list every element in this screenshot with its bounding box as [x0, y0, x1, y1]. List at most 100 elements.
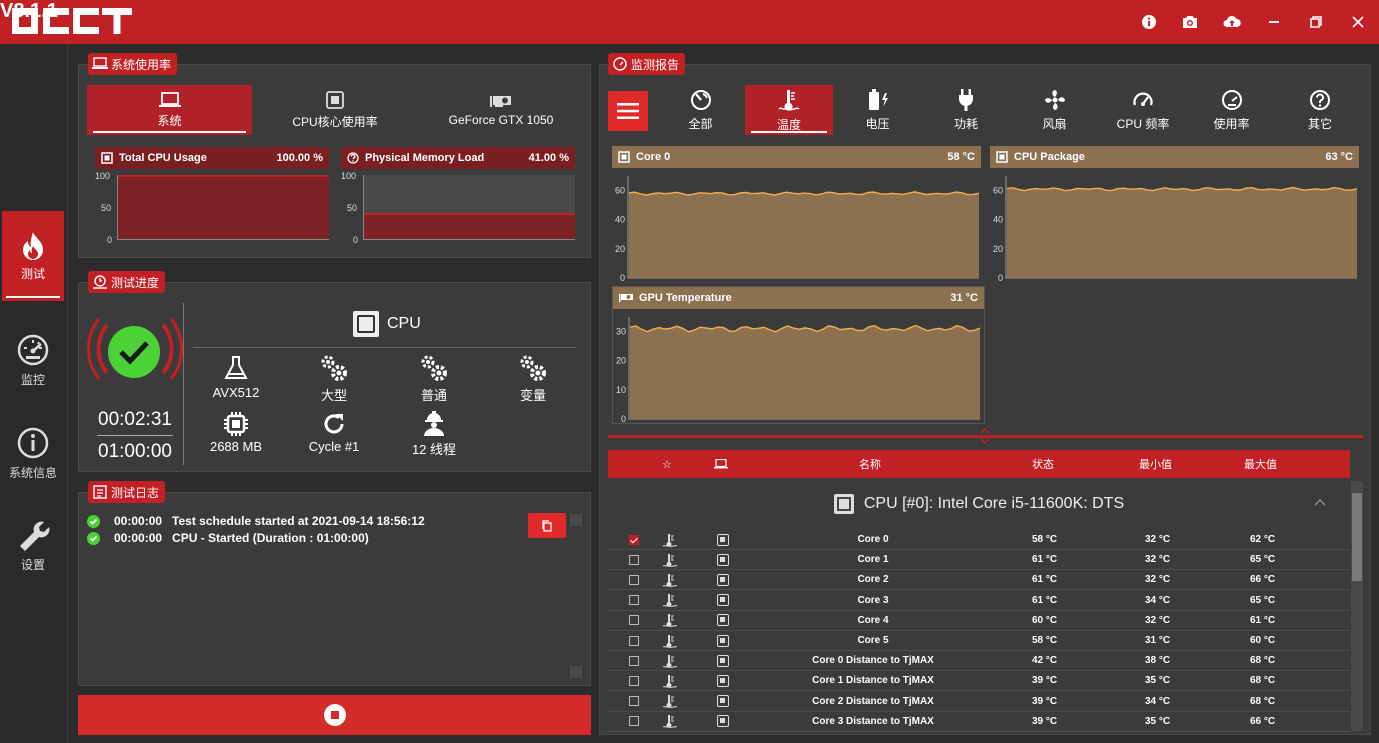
nav-item-system-info[interactable]: 系统信息: [2, 408, 64, 498]
sensor-status: 39 °C: [1032, 715, 1058, 727]
tab-fans[interactable]: 风扇: [1010, 85, 1099, 135]
scroll-up[interactable]: [570, 514, 582, 526]
column-status[interactable]: 状态: [1032, 456, 1054, 472]
chevron-up-icon[interactable]: [1314, 498, 1326, 506]
param-label: 大型: [320, 388, 347, 403]
chart-header: CPU Package 63 °C: [990, 146, 1359, 168]
row-checkbox[interactable]: [629, 716, 639, 727]
menu-button[interactable]: [608, 91, 648, 131]
row-checkbox[interactable]: [629, 696, 639, 707]
temp-plot: 30 20 10 0: [616, 317, 981, 423]
table-row[interactable]: Core 2 Distance to TjMAX 39 °C 34 °C 68 °C: [608, 692, 1350, 712]
table-row[interactable]: Core 3 61 °C 34 °C 65 °C: [608, 591, 1350, 611]
table-row[interactable]: Core 1 Distance to TjMAX 39 °C 35 °C 68 °C: [608, 671, 1350, 692]
close-button[interactable]: [1345, 10, 1371, 34]
temp-area: [1007, 187, 1357, 278]
log-icon: [93, 485, 107, 499]
copy-log-button[interactable]: [528, 513, 566, 538]
table-scrollbar[interactable]: [1351, 481, 1363, 731]
table-row[interactable]: Core 0 58 °C 32 °C 62 °C: [608, 530, 1350, 550]
tab-system[interactable]: 系统: [87, 85, 252, 135]
check-ok-icon: [108, 326, 160, 378]
stop-test-button[interactable]: [78, 695, 591, 735]
axis-tick: 20: [616, 356, 626, 366]
table-row[interactable]: Core 5 58 °C 31 °C 60 °C: [608, 631, 1350, 651]
sensor-min: 32 °C: [1145, 574, 1171, 586]
sensor-max: 66 °C: [1250, 574, 1276, 586]
tab-temperature[interactable]: 温度: [745, 85, 833, 135]
row-checkbox[interactable]: [629, 675, 639, 686]
table-row[interactable]: Core 1 61 °C 32 °C 65 °C: [608, 550, 1350, 571]
column-min[interactable]: 最小值: [1139, 456, 1172, 472]
column-name[interactable]: 名称: [859, 456, 881, 472]
table-row[interactable]: Core 2 61 °C 32 °C 66 °C: [608, 570, 1350, 591]
restore-button[interactable]: [1303, 10, 1329, 34]
upload-button[interactable]: [1219, 10, 1245, 34]
table-row[interactable]: Core 3 Distance to TjMAX 39 °C 35 °C 66 °C: [608, 712, 1350, 732]
table-row[interactable]: Core 0 Distance to TjMAX 42 °C 38 °C 68 °C: [608, 651, 1350, 672]
tab-voltage[interactable]: 电压: [833, 85, 922, 135]
tab-usage[interactable]: 使用率: [1187, 85, 1276, 135]
test-log-panel: 00:00:00 Test schedule started at 2021-0…: [78, 492, 591, 686]
tab-cpu-frequency[interactable]: CPU 频率: [1099, 85, 1187, 135]
test-param-dataset: 大型: [304, 353, 364, 404]
row-checkbox[interactable]: [629, 574, 639, 585]
test-param-memory: 2688 MB: [201, 411, 271, 454]
nav-item-test[interactable]: 测试: [2, 211, 64, 301]
camera-icon: [1183, 16, 1197, 28]
chart-value: 31 °C: [950, 292, 978, 304]
row-checkbox[interactable]: [629, 655, 639, 666]
nav-label: 设置: [20, 557, 45, 572]
question-icon: [347, 152, 359, 164]
scroll-down[interactable]: [570, 666, 582, 678]
chart-title: CPU Package: [1014, 151, 1085, 163]
tab-power[interactable]: 功耗: [922, 85, 1010, 135]
star-icon[interactable]: ☆: [662, 458, 672, 471]
sensor-name: Core 1: [857, 554, 889, 566]
thermometer-icon: [662, 594, 678, 608]
sensor-group-header[interactable]: CPU [#0]: Intel Core i5-11600K: DTS: [608, 478, 1350, 530]
tab-gpu[interactable]: GeForce GTX 1050: [418, 85, 584, 135]
cpu-icon: [101, 152, 113, 164]
minimize-button[interactable]: [1261, 10, 1287, 34]
nav-item-monitoring[interactable]: 监控: [2, 315, 64, 405]
sensor-min: 35 °C: [1145, 675, 1171, 687]
usage-fill: [364, 212, 575, 239]
tab-other[interactable]: 其它: [1276, 85, 1364, 135]
axis-tick: 60: [993, 186, 1003, 196]
axis-tick: 30: [616, 327, 626, 337]
axis-tick: 40: [993, 215, 1003, 225]
memory-load-chart: Physical Memory Load 41.00 % 100 50 0: [341, 147, 575, 247]
row-checkbox[interactable]: [629, 615, 639, 626]
row-checkbox[interactable]: [629, 595, 639, 606]
splitter-handle-icon[interactable]: [980, 428, 990, 444]
axis-tick: 100: [95, 171, 111, 181]
row-checkbox[interactable]: [629, 554, 639, 565]
cpu-icon: [717, 553, 729, 566]
chart-title: GPU Temperature: [639, 292, 732, 304]
sensor-status: 39 °C: [1032, 695, 1058, 707]
chart-title: Physical Memory Load: [365, 152, 485, 164]
battery-icon: [868, 88, 888, 110]
axis-tick: 0: [621, 414, 626, 423]
check-circle-icon: [87, 531, 100, 545]
laptop-icon: [714, 459, 728, 469]
test-param-load: 变量: [503, 353, 563, 404]
test-progress-tag: 测试进度: [88, 271, 166, 293]
about-button[interactable]: [1136, 10, 1162, 34]
tab-all[interactable]: 全部: [656, 85, 745, 135]
param-label: 变量: [519, 388, 546, 403]
copy-icon: [542, 519, 552, 532]
tab-cpu-cores[interactable]: CPU核心使用率: [252, 85, 418, 135]
sensor-max: 65 °C: [1250, 554, 1276, 566]
table-row[interactable]: Core 4 60 °C 32 °C 61 °C: [608, 611, 1350, 631]
scrollbar-thumb[interactable]: [1352, 493, 1362, 581]
column-max[interactable]: 最大值: [1244, 456, 1277, 472]
sensor-min: 34 °C: [1145, 594, 1171, 606]
nav-item-settings[interactable]: 设置: [2, 500, 64, 590]
row-checkbox[interactable]: [629, 534, 639, 545]
screenshot-button[interactable]: [1177, 10, 1203, 34]
cpu-icon: [326, 90, 344, 109]
row-checkbox[interactable]: [629, 635, 639, 646]
thermometer-icon: [778, 89, 800, 111]
